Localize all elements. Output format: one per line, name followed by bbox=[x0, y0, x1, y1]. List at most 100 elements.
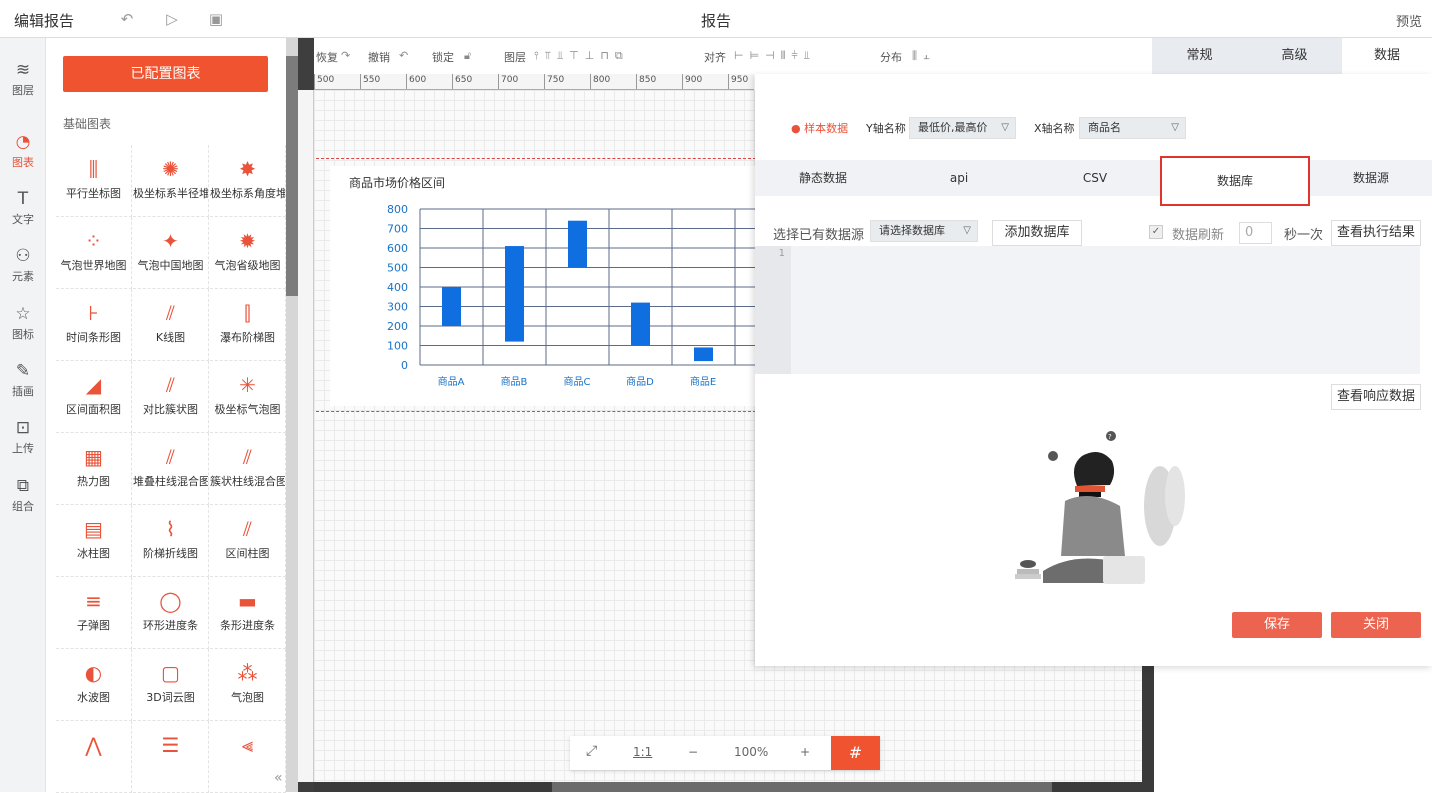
chart-type-item[interactable]: ◢ 区间面积图 bbox=[56, 361, 132, 433]
refresh-interval-input[interactable]: 0 bbox=[1239, 222, 1272, 244]
layer-button[interactable]: 图层 bbox=[504, 49, 526, 65]
redo-icon[interactable]: ↷ bbox=[341, 49, 350, 62]
chart-thumbnail-icon: ⊦ bbox=[88, 301, 99, 325]
tab-advanced[interactable]: 高级 bbox=[1247, 38, 1342, 74]
configured-charts-button[interactable]: 已配置图表 bbox=[63, 56, 268, 92]
chart-type-item[interactable]: ⁂ 气泡图 bbox=[210, 649, 286, 721]
tab-general[interactable]: 常规 bbox=[1152, 38, 1247, 74]
save-button[interactable]: 保存 bbox=[1232, 612, 1322, 638]
chart-type-item[interactable]: ⫽ 堆叠柱线混合图 bbox=[133, 433, 209, 505]
chart-type-item[interactable]: ⫿ 瀑布阶梯图 bbox=[210, 289, 286, 361]
chart-type-item[interactable]: ⊦ 时间条形图 bbox=[56, 289, 132, 361]
scrollbar-thumb[interactable] bbox=[286, 56, 298, 296]
fit-screen-icon[interactable]: ⤢ bbox=[586, 743, 597, 759]
y-tick-label: 400 bbox=[387, 281, 408, 294]
chart-type-item[interactable]: ▢ 3D词云图 bbox=[133, 649, 209, 721]
palette-scrollbar[interactable] bbox=[286, 38, 298, 792]
nav-item-group[interactable]: ⧉ 组合 bbox=[0, 468, 46, 524]
undo-icon[interactable]: ↶ bbox=[118, 10, 136, 28]
y-tick-label: 600 bbox=[387, 242, 408, 255]
scrollbar-thumb[interactable] bbox=[552, 782, 1052, 792]
tab-database[interactable]: 数据库 bbox=[1160, 156, 1310, 206]
chevron-down-icon: ▽ bbox=[1001, 122, 1009, 133]
ruler-tick bbox=[728, 74, 729, 89]
chart-type-item[interactable]: ⋀ bbox=[56, 721, 132, 793]
chart-type-label: 瀑布阶梯图 bbox=[220, 331, 275, 344]
view-exec-result-button[interactable]: 查看执行结果 bbox=[1331, 220, 1421, 246]
save-icon[interactable]: ▣ bbox=[207, 10, 225, 28]
chart-type-item[interactable]: ⁘ 气泡世界地图 bbox=[56, 217, 132, 289]
play-icon[interactable]: ▷ bbox=[163, 10, 181, 28]
chart-type-item[interactable]: ▦ 热力图 bbox=[56, 433, 132, 505]
database-select[interactable]: 请选择数据库 ▽ bbox=[870, 220, 978, 242]
tab-static-data[interactable]: 静态数据 bbox=[755, 160, 891, 196]
x-tick-label: 商品E bbox=[690, 375, 716, 388]
nav-item-chart[interactable]: ◔ 图表 bbox=[0, 124, 46, 180]
tab-api[interactable]: api bbox=[891, 160, 1027, 196]
chart-widget[interactable]: 商品市场价格区间 800 700 600 500 400 300 200 100 0 商品A 商品B… bbox=[330, 166, 776, 406]
chart-type-item[interactable]: ✳ 极坐标气泡图 bbox=[210, 361, 286, 433]
chart-type-item[interactable]: ⫽ 对比簇状图 bbox=[133, 361, 209, 433]
undo-arrow-icon[interactable]: ↶ bbox=[399, 49, 408, 62]
chart-type-item[interactable]: ⫽ 簇状柱线混合图 bbox=[210, 433, 286, 505]
sql-editor[interactable]: 1 bbox=[755, 246, 1420, 374]
nav-item-text[interactable]: T 文字 bbox=[0, 181, 46, 237]
nav-item-upload[interactable]: ⊡ 上传 bbox=[0, 410, 46, 466]
distribute-icons[interactable]: ⫼⫠ bbox=[912, 49, 936, 63]
chart-type-label: 极坐标系半径堆叠 bbox=[133, 187, 208, 200]
tab-data[interactable]: 数据 bbox=[1342, 38, 1432, 74]
chart-type-item[interactable]: ▬ 条形进度条 bbox=[210, 577, 286, 649]
tab-csv[interactable]: CSV bbox=[1027, 160, 1163, 196]
nav-item-elements[interactable]: ⚇ 元素 bbox=[0, 238, 46, 294]
nav-item-illustration[interactable]: ✎ 插画 bbox=[0, 353, 46, 409]
undo-button[interactable]: 撤销 bbox=[368, 49, 390, 65]
chart-type-item[interactable]: ✺ 极坐标系半径堆叠 bbox=[133, 145, 209, 217]
lock-icon[interactable]: 🔓︎ bbox=[464, 49, 471, 63]
chart-type-label: 气泡省级地图 bbox=[214, 259, 281, 272]
view-response-button[interactable]: 查看响应数据 bbox=[1331, 384, 1421, 410]
chart-type-item[interactable]: ☰ bbox=[133, 721, 209, 793]
layer-order-icons[interactable]: ⫯⫪⫫⊤⊥⊓⧉ bbox=[534, 49, 629, 63]
collapse-icon[interactable]: « bbox=[274, 770, 283, 786]
refresh-checkbox[interactable]: ✓ bbox=[1149, 225, 1163, 239]
x-axis-select[interactable]: 商品名 ▽ bbox=[1079, 117, 1186, 139]
redo-button[interactable]: 恢复 bbox=[316, 49, 338, 65]
align-icons[interactable]: ⊢⊨⊣⫴⫩⫫ bbox=[734, 49, 816, 63]
lock-button[interactable]: 锁定 bbox=[432, 49, 454, 65]
add-database-button[interactable]: 添加数据库 bbox=[992, 220, 1082, 246]
chart-thumbnail-icon: ✳ bbox=[239, 373, 256, 397]
chart-type-item[interactable]: ⫼ 平行坐标图 bbox=[56, 145, 132, 217]
grid-toggle-button[interactable]: # bbox=[831, 736, 880, 770]
nav-item-layers[interactable]: ≋ 图层 bbox=[0, 52, 46, 108]
page-title: 编辑报告 bbox=[14, 12, 75, 30]
palette-icon: ✎ bbox=[15, 361, 31, 381]
close-button[interactable]: 关闭 bbox=[1331, 612, 1421, 638]
actual-size-button[interactable]: 1:1 bbox=[633, 745, 652, 759]
chart-type-item[interactable]: ▤ 冰柱图 bbox=[56, 505, 132, 577]
chart-type-label: 气泡世界地图 bbox=[60, 259, 127, 272]
horizontal-scrollbar[interactable] bbox=[314, 782, 1142, 792]
chart-type-item[interactable]: ⌇ 阶梯折线图 bbox=[133, 505, 209, 577]
chart-type-item[interactable]: ◐ 水波图 bbox=[56, 649, 132, 721]
chart-type-item[interactable]: ◯ 环形进度条 bbox=[133, 577, 209, 649]
edit-toolbar: 恢复 ↷ 撤销 ↶ 锁定 🔓︎ 图层 ⫯⫪⫫⊤⊥⊓⧉ 对齐 ⊢⊨⊣⫴⫩⫫ 分布 … bbox=[314, 44, 1154, 70]
zoom-in-button[interactable]: + bbox=[800, 745, 810, 759]
chart-type-item[interactable]: ✹ 气泡省级地图 bbox=[210, 217, 286, 289]
zoom-out-button[interactable]: − bbox=[688, 745, 698, 759]
top-bar: 编辑报告 ↶ ▷ ▣ 报告 预览 bbox=[0, 0, 1432, 38]
chart-type-item[interactable]: ✦ 气泡中国地图 bbox=[133, 217, 209, 289]
y-axis-select[interactable]: 最低价,最高价 ▽ bbox=[909, 117, 1016, 139]
align-button[interactable]: 对齐 bbox=[704, 49, 726, 65]
distribute-button[interactable]: 分布 bbox=[880, 49, 902, 65]
y-axis-label: Y轴名称 bbox=[866, 122, 906, 135]
chart-type-item[interactable]: ⫽ K线图 bbox=[133, 289, 209, 361]
ruler-tick bbox=[498, 74, 499, 89]
chart-type-item[interactable]: ✸ 极坐标系角度堆叠 bbox=[210, 145, 286, 217]
sample-data-label: ● 样本数据 bbox=[791, 122, 849, 135]
chart-type-item[interactable]: ≡ 子弹图 bbox=[56, 577, 132, 649]
chart-type-item[interactable]: ⫽ 区间柱图 bbox=[210, 505, 286, 577]
preview-button[interactable]: 预览 bbox=[1396, 11, 1422, 30]
nav-item-icons[interactable]: ☆ 图标 bbox=[0, 296, 46, 352]
tab-datasource[interactable]: 数据源 bbox=[1310, 160, 1432, 196]
svg-text:?: ? bbox=[1108, 433, 1112, 441]
